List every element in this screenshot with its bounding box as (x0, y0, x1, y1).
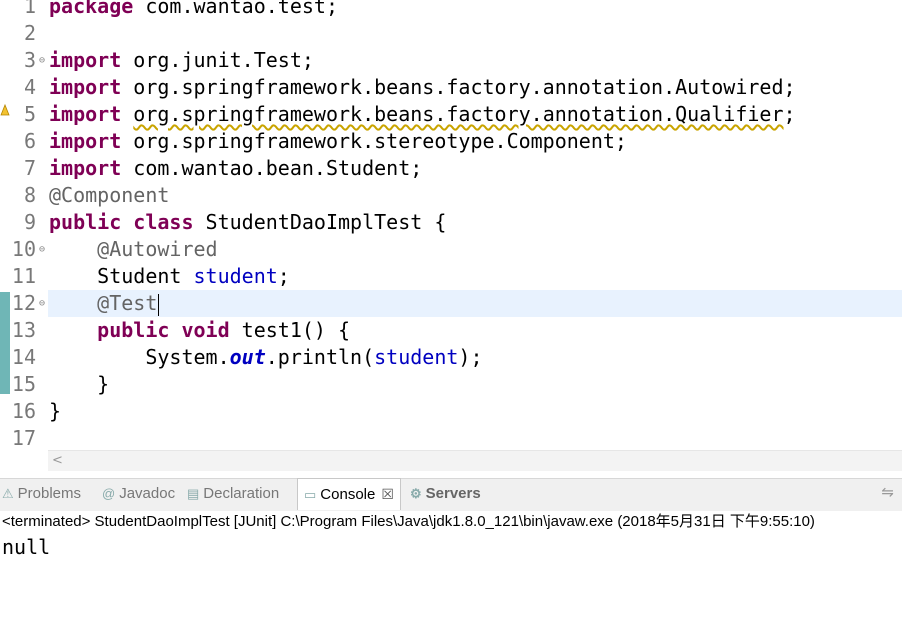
line-number: 1 (23, 0, 36, 18)
tab-label: Problems (17, 485, 82, 502)
problems-icon: ⚠ (2, 486, 14, 501)
code-line[interactable]: public void test1() { (49, 317, 350, 344)
code-line[interactable]: System.out.println(student); (49, 344, 482, 371)
code-editor[interactable]: 1 package com.wantao.test; 2 3 ⊖ import org.j… (0, 0, 902, 450)
horizontal-scrollbar[interactable]: < (48, 450, 902, 471)
current-line-highlight (48, 290, 902, 317)
tab-label: Declaration (203, 485, 280, 502)
view-tab-bar: ⚠ Problems @ Javadoc ▤ Declaration ▭ Console ☒ ⚙ S… (0, 478, 902, 512)
line-number: 4 (23, 75, 36, 99)
view-menu-icon[interactable]: ⇋ (881, 483, 894, 501)
tab-servers[interactable]: ⚙ Servers (410, 479, 481, 509)
line-number: 5 (23, 102, 36, 126)
code-line[interactable]: import org.springframework.beans.factory… (49, 74, 796, 101)
code-line[interactable]: } (49, 371, 109, 398)
tab-label: Console (320, 486, 376, 503)
line-number: 15 (11, 372, 36, 396)
fold-toggle-icon[interactable]: ⊖ (37, 290, 47, 317)
line-number: 13 (11, 318, 36, 342)
code-line[interactable]: import org.springframework.beans.factory… (49, 101, 796, 128)
tab-label: Javadoc (119, 485, 176, 502)
javadoc-icon: @ (102, 486, 116, 501)
line-number: 9 (23, 210, 36, 234)
code-line[interactable]: public class StudentDaoImplTest { (49, 209, 446, 236)
declaration-icon: ▤ (187, 486, 200, 501)
line-number: 7 (23, 156, 36, 180)
console-view[interactable]: <terminated> StudentDaoImplTest [JUnit] … (0, 511, 902, 636)
code-line[interactable]: @Component (49, 182, 169, 209)
fold-toggle-icon[interactable]: ⊖ (37, 47, 47, 74)
console-terminated-label: <terminated> StudentDaoImplTest [JUnit] … (2, 513, 815, 530)
line-number: 11 (11, 264, 36, 288)
line-number: 10 (11, 237, 36, 261)
line-number: 2 (23, 21, 36, 45)
tab-problems[interactable]: ⚠ Problems (2, 479, 81, 509)
code-line[interactable]: package com.wantao.test; (49, 0, 338, 20)
line-number: 8 (23, 183, 36, 207)
code-line[interactable]: @Autowired (49, 236, 217, 263)
line-number: 14 (11, 345, 36, 369)
code-line[interactable]: Student student; (49, 263, 290, 290)
scroll-left-icon[interactable]: < (52, 451, 63, 471)
code-line[interactable]: import org.junit.Test; (49, 47, 314, 74)
console-icon: ▭ (304, 487, 317, 502)
code-line[interactable]: } (49, 398, 61, 425)
code-line[interactable]: import org.springframework.stereotype.Co… (49, 128, 627, 155)
console-output: null (2, 535, 51, 559)
tab-javadoc[interactable]: @ Javadoc (102, 479, 175, 509)
line-number: 12 (11, 291, 36, 315)
tab-label: Servers (425, 485, 481, 502)
line-number: 6 (23, 129, 36, 153)
line-number: 17 (11, 426, 36, 450)
close-icon[interactable]: ☒ (381, 486, 394, 502)
tab-console[interactable]: ▭ Console ☒ (297, 478, 401, 510)
code-line[interactable]: import com.wantao.bean.Student; (49, 155, 422, 182)
line-number: 16 (11, 399, 36, 423)
code-line[interactable]: @Test (49, 290, 160, 317)
servers-icon: ⚙ (410, 486, 422, 501)
line-number: 3 (23, 48, 36, 72)
tab-declaration[interactable]: ▤ Declaration (187, 479, 279, 509)
fold-toggle-icon[interactable]: ⊖ (37, 236, 47, 263)
